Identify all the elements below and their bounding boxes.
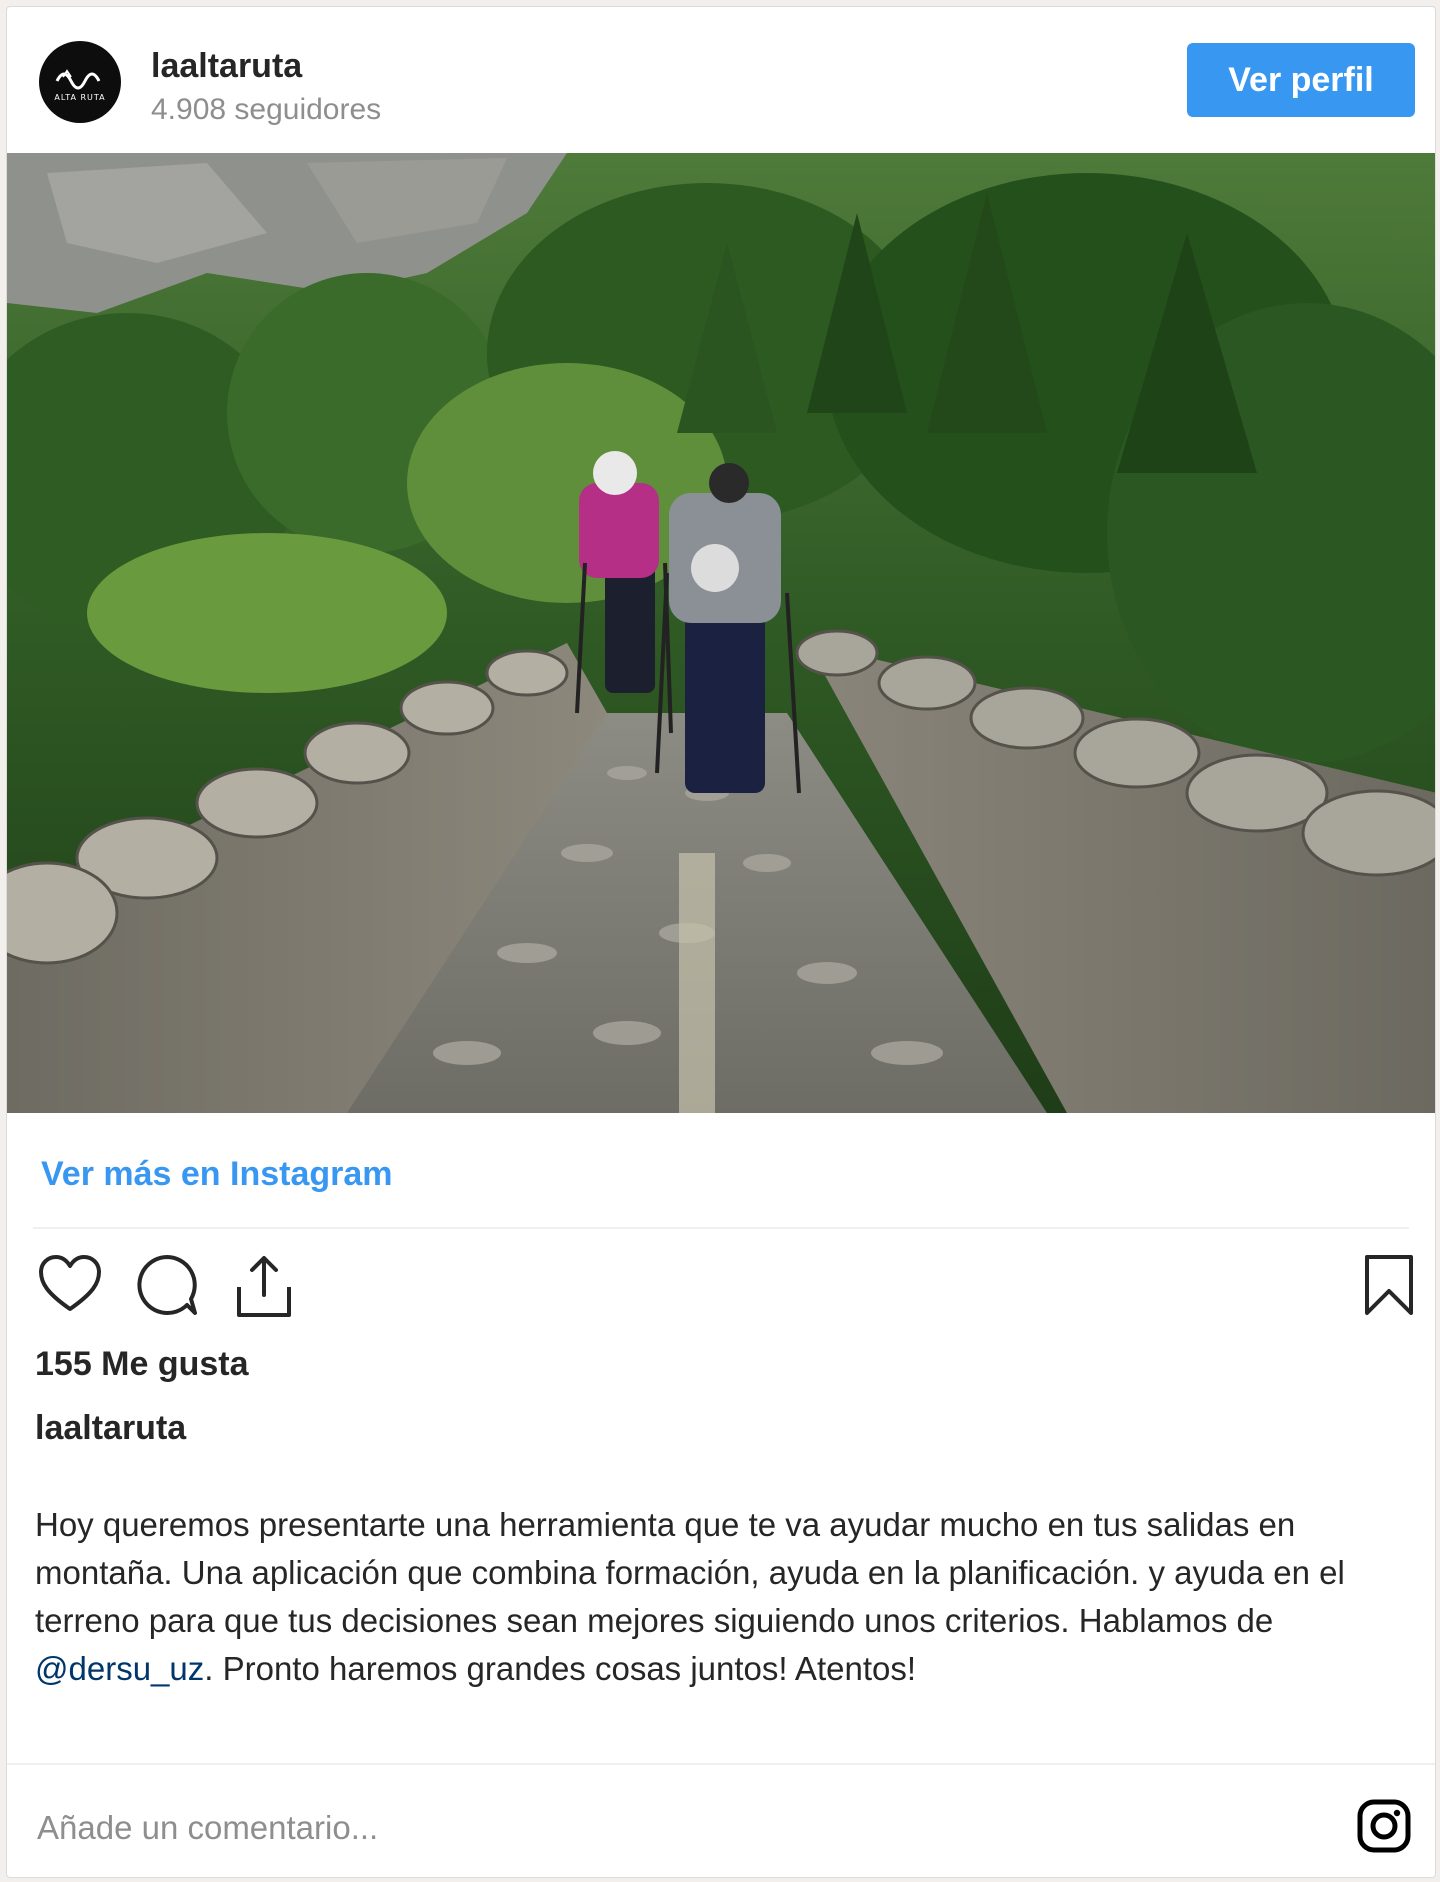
avatar-logo-text: ALTA RUTA bbox=[54, 93, 106, 102]
view-profile-button[interactable]: Ver perfil bbox=[1187, 43, 1415, 117]
caption-text: Hoy queremos presentarte una herramienta… bbox=[35, 1506, 1345, 1639]
caption-text-end: . Pronto haremos grandes cosas juntos! A… bbox=[204, 1650, 917, 1687]
see-more-on-instagram-link[interactable]: Ver más en Instagram bbox=[41, 1155, 393, 1194]
bookmark-icon[interactable] bbox=[1363, 1253, 1415, 1322]
logo-icon bbox=[55, 69, 101, 90]
hikers-photo-image bbox=[7, 153, 1435, 1113]
post-header: ALTA RUTA laaltaruta 4.908 seguidores Ve… bbox=[7, 7, 1435, 153]
divider bbox=[7, 1763, 1435, 1765]
divider bbox=[33, 1227, 1409, 1229]
comment-input[interactable] bbox=[35, 1797, 1289, 1859]
instagram-embed-card: ALTA RUTA laaltaruta 4.908 seguidores Ve… bbox=[6, 6, 1436, 1878]
heart-icon[interactable] bbox=[37, 1253, 103, 1320]
comment-icon[interactable] bbox=[135, 1253, 199, 1322]
action-bar bbox=[7, 1253, 1435, 1323]
post-caption: Hoy queremos presentarte una herramienta… bbox=[35, 1501, 1375, 1693]
instagram-logo-icon[interactable] bbox=[1357, 1799, 1411, 1858]
post-photo[interactable] bbox=[7, 153, 1435, 1113]
username[interactable]: laaltaruta bbox=[151, 47, 302, 86]
mention-link[interactable]: @dersu_uz bbox=[35, 1650, 204, 1687]
avatar[interactable]: ALTA RUTA bbox=[39, 41, 121, 123]
like-count[interactable]: 155 Me gusta bbox=[35, 1345, 249, 1384]
follower-count: 4.908 seguidores bbox=[151, 93, 382, 126]
share-icon[interactable] bbox=[233, 1253, 295, 1324]
caption-username[interactable]: laaltaruta bbox=[35, 1409, 186, 1448]
